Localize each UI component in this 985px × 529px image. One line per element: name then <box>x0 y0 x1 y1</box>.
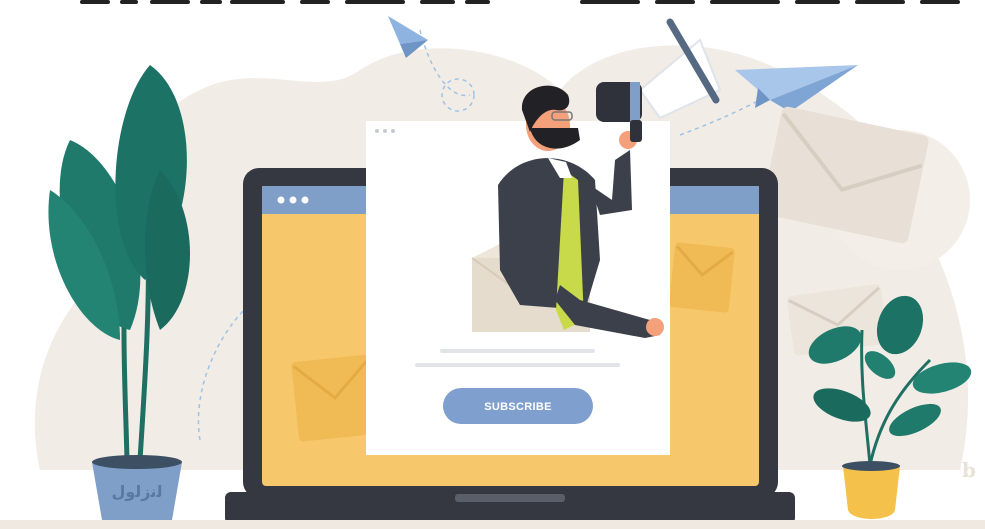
window-dot-1 <box>277 196 285 204</box>
man-hand-right <box>646 318 664 336</box>
popup-dot-2 <box>383 129 387 133</box>
ground-shadow <box>0 520 985 529</box>
screen-envelope-right-icon <box>669 242 735 313</box>
screen-envelope-left-icon <box>291 354 379 442</box>
man-body <box>498 158 600 310</box>
illustration-stage: ﻟﻧﺯﻟﻭﻝ SUBSCRIBE b <box>0 0 985 529</box>
window-dot-3 <box>301 196 309 204</box>
popup-dot-3 <box>391 129 395 133</box>
laptop-notch <box>455 494 565 502</box>
popup-text-line-2 <box>415 363 620 367</box>
yellow-pot <box>842 461 900 519</box>
popup-text-line-1 <box>440 349 595 353</box>
popup-dot-1 <box>375 129 379 133</box>
watermark: b <box>962 458 976 482</box>
window-dot-2 <box>289 196 297 204</box>
scene-svg: ﻟﻧﺯﻟﻭﻝ <box>0 16 985 529</box>
subscribe-button-shape <box>443 388 593 424</box>
pot-logo-text: ﻟﻧﺯﻟﻭﻝ <box>111 482 162 501</box>
